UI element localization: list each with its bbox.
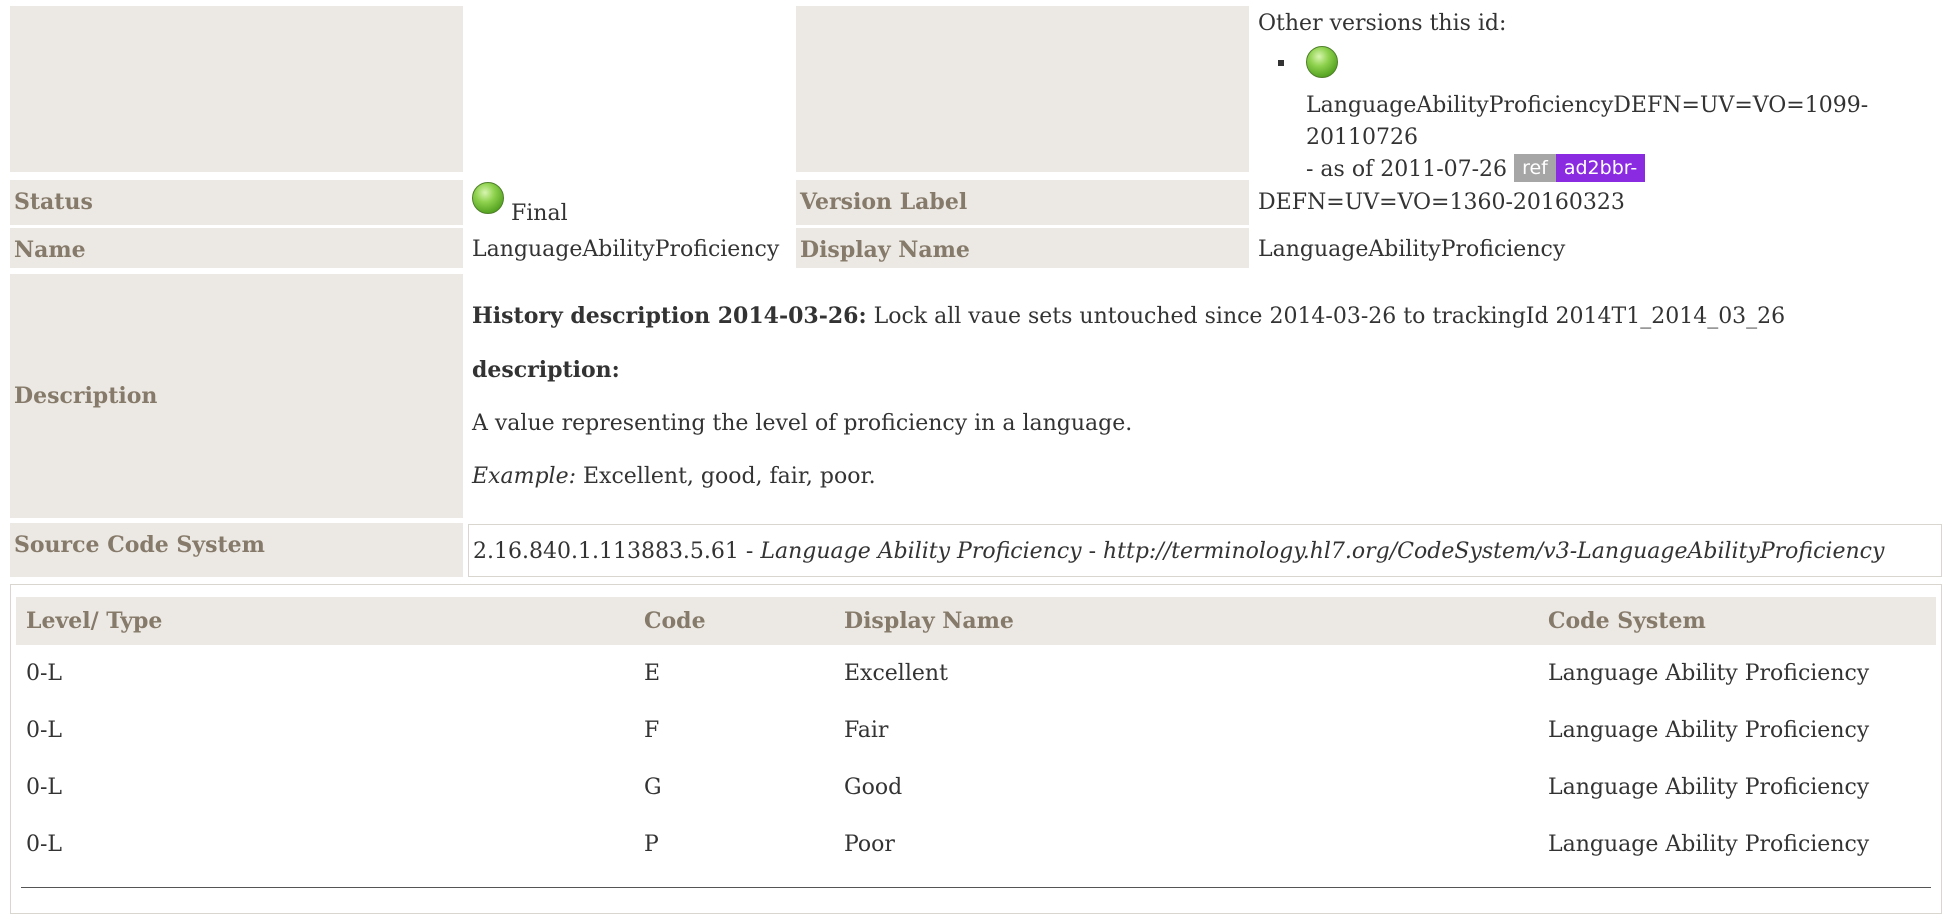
cell-display-name: Poor [844,832,895,857]
table-row: 0-L F Fair Language Ability Proficiency [16,702,1936,759]
example: Example: Excellent, good, fair, poor. [472,459,1932,495]
name-label-text: Name [14,237,86,263]
cell-display-name: Good [844,775,903,800]
status-final-icon [472,182,504,214]
source-code-system-label: Source Code System [10,523,463,577]
version-date: - as of 2011-07-26 [1306,157,1508,182]
table-row: 0-L G Good Language Ability Proficiency [16,759,1936,816]
cell-display-name: Excellent [844,661,948,686]
name-label: Name [10,228,463,268]
cell-code: P [644,832,659,857]
status-label-text: Status [14,189,93,215]
column-header-display-name: Display Name [834,597,1538,645]
source-code-system-label-text: Source Code System [14,532,265,558]
source-code-system-value: 2.16.840.1.113883.5.61 - Language Abilit… [468,524,1942,577]
status-final-icon [1306,46,1338,78]
separator: - [738,539,761,564]
description-text: A value representing the level of profic… [472,411,1133,436]
version-label-text: Version Label [800,189,968,215]
status-label: Status [10,180,463,225]
version-item: LanguageAbilityProficiencyDEFN=UV=VO=109… [1258,44,1938,186]
empty-label-cell-2 [796,6,1249,172]
empty-label-cell [10,6,463,172]
source-url[interactable]: http://terminology.hl7.org/CodeSystem/v3… [1103,539,1884,564]
list-bullet [1278,60,1284,66]
column-header-code: Code [634,597,834,645]
column-header-code-system: Code System [1538,597,1936,645]
version-label-value: DEFN=UV=VO=1360-20160323 [1258,190,1625,215]
history-description: History description 2014-03-26: Lock all… [472,298,1932,335]
example-text: Excellent, good, fair, poor. [583,464,876,489]
example-label: Example: [472,464,576,489]
cell-level-type: 0-L [26,718,63,743]
cell-code-system: Language Ability Proficiency [1548,832,1870,857]
cell-code: E [644,661,661,686]
other-versions-heading: Other versions this id: [1258,11,1507,36]
ref-badge[interactable]: ref [1514,154,1556,182]
separator: - [1081,539,1103,564]
description-heading: description: [472,352,1932,389]
description-label-text: Description [14,383,158,409]
table-footer-divider [21,887,1931,888]
cell-code-system: Language Ability Proficiency [1548,718,1870,743]
source-oid: 2.16.840.1.113883.5.61 [473,539,739,564]
description-label: Description [10,274,463,518]
display-name-value: LanguageAbilityProficiency [1258,237,1566,262]
status-text: Final [511,201,568,226]
version-label-label: Version Label [796,180,1249,225]
project-badge[interactable]: ad2bbr- [1555,154,1646,182]
other-versions: Other versions this id: LanguageAbilityP… [1258,8,1938,186]
cell-code: G [644,775,662,800]
version-link[interactable]: LanguageAbilityProficiencyDEFN=UV=VO=109… [1306,93,1868,150]
status-value: Final [472,182,792,227]
display-name-label-text: Display Name [800,237,970,263]
history-description-label: History description 2014-03-26: [472,303,867,329]
table-header-row: Level/ Type Code Display Name Code Syste… [16,597,1936,645]
cell-level-type: 0-L [26,775,63,800]
name-value: LanguageAbilityProficiency [472,237,780,262]
source-name: Language Ability Proficiency [760,539,1082,564]
cell-display-name: Fair [844,718,889,743]
description-content: History description 2014-03-26: Lock all… [472,298,1932,495]
table-row: 0-L E Excellent Language Ability Profici… [16,645,1936,702]
cell-code-system: Language Ability Proficiency [1548,661,1870,686]
cell-code: F [644,718,660,743]
cell-code-system: Language Ability Proficiency [1548,775,1870,800]
display-name-label: Display Name [796,228,1249,268]
concept-table: Level/ Type Code Display Name Code Syste… [16,597,1936,873]
concept-list-panel: Level/ Type Code Display Name Code Syste… [10,584,1942,914]
table-row: 0-L P Poor Language Ability Proficiency [16,816,1936,873]
description-heading-text: description: [472,357,620,383]
column-header-level-type: Level/ Type [16,597,634,645]
cell-level-type: 0-L [26,832,63,857]
history-description-text: Lock all vaue sets untouched since 2014-… [873,304,1786,329]
cell-level-type: 0-L [26,661,63,686]
